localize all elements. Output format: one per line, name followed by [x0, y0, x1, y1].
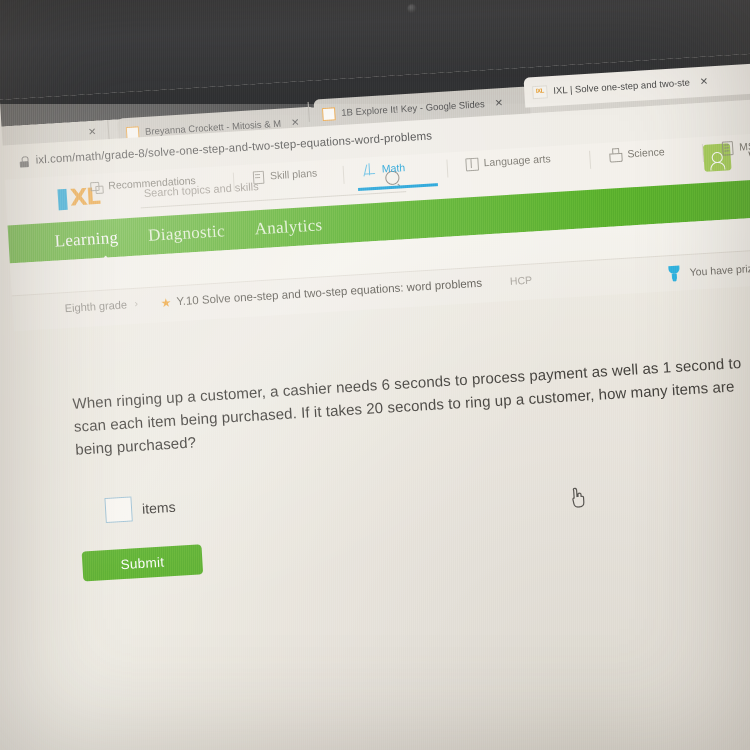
- microscope-icon: [608, 148, 622, 162]
- answer-row: items: [104, 494, 176, 524]
- nav-item-analytics[interactable]: Analytics: [254, 215, 323, 239]
- prizes-text: You have prizes to: [689, 261, 750, 279]
- question-area: When ringing up a customer, a cashier ne…: [14, 284, 750, 750]
- ixl-favicon-icon: IXL: [532, 84, 548, 99]
- logo-i-block: [57, 188, 68, 210]
- subnav-label-skill-plans: Skill plans: [269, 167, 318, 182]
- tab-close-icon-0[interactable]: ✕: [88, 127, 97, 138]
- ixl-page: XL Search topics and skills We Learning …: [4, 132, 750, 750]
- answer-input[interactable]: [104, 496, 133, 524]
- tab-separator: [107, 120, 110, 141]
- cursor-hand-icon: [572, 487, 585, 508]
- subnav-label-science: Science: [626, 145, 666, 161]
- subnav-item-math[interactable]: Math: [362, 161, 405, 177]
- math-compass-icon: [362, 163, 376, 177]
- pointer-hand-cursor: [570, 487, 589, 515]
- answer-unit-label: items: [141, 498, 176, 517]
- slides-favicon-icon: [321, 106, 336, 121]
- subnav-label-math: Math: [381, 161, 406, 176]
- nav-item-diagnostic[interactable]: Diagnostic: [148, 221, 226, 246]
- breadcrumb-separator: ›: [134, 298, 139, 310]
- question-text: When ringing up a customer, a cashier ne…: [72, 354, 742, 459]
- webcam-icon: [407, 3, 417, 14]
- browser-tab-2-title: IXL | Solve one-step and two-ste: [553, 77, 691, 97]
- tab-close-icon-3[interactable]: ✕: [700, 76, 709, 87]
- skill-plans-icon: [251, 170, 265, 184]
- browser-tab-1-title: 1B Explore It! Key - Google Slides: [340, 98, 486, 119]
- book-icon: [464, 157, 478, 171]
- subnav-item-ms-science[interactable]: MS S: [720, 139, 750, 155]
- favorite-star-icon[interactable]: ★: [160, 296, 172, 311]
- nav-item-learning[interactable]: Learning: [54, 228, 119, 252]
- clipboard-icon: [720, 141, 734, 155]
- subnav-label-ms-science: MS S: [738, 140, 750, 154]
- recommendations-icon: [89, 180, 103, 194]
- breadcrumb-grade[interactable]: Eighth grade: [64, 299, 127, 315]
- laptop-screen: ✕ Breyanna Crockett - Mitosis & M ✕ 1B E…: [0, 49, 750, 750]
- tab-close-icon-2[interactable]: ✕: [494, 98, 503, 109]
- lock-icon: [19, 156, 29, 168]
- photograph-of-laptop-screen: ✕ Breyanna Crockett - Mitosis & M ✕ 1B E…: [0, 0, 750, 750]
- submit-button[interactable]: Submit: [81, 544, 204, 582]
- skill-code: HCP: [509, 274, 533, 288]
- trophy-icon: [665, 264, 683, 282]
